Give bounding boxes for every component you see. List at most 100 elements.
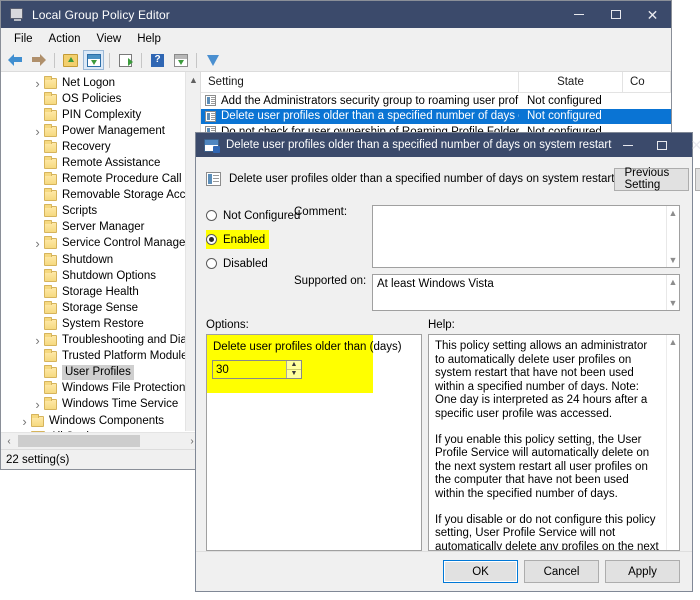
- apply-button[interactable]: Apply: [605, 560, 680, 583]
- menu-view[interactable]: View: [89, 31, 130, 47]
- tree-item-os-policies[interactable]: OS Policies: [1, 91, 200, 107]
- scroll-down-icon[interactable]: ▼: [669, 255, 678, 265]
- twisty[interactable]: [31, 334, 44, 347]
- help-paragraph: If you enable this policy setting, the U…: [435, 433, 650, 500]
- tree-item-label: Troubleshooting and Diagnostics: [62, 334, 200, 347]
- monitor-icon: [9, 7, 25, 23]
- days-spinner-buttons: ▲ ▼: [286, 361, 301, 378]
- tree-item-storage-sense[interactable]: Storage Sense: [1, 300, 200, 316]
- scroll-down-icon[interactable]: ▼: [669, 298, 678, 308]
- tree-item-label: Scripts: [62, 205, 98, 218]
- help-text: This policy setting allows an administra…: [429, 335, 666, 550]
- scroll-up-icon[interactable]: ▲: [669, 208, 678, 218]
- previous-setting-button[interactable]: Previous Setting: [614, 167, 690, 191]
- tree-item-windows-file-protection[interactable]: Windows File Protection: [1, 381, 200, 397]
- properties-icon: [173, 53, 188, 67]
- tree-item-net-logon[interactable]: Net Logon: [1, 75, 200, 91]
- folder-icon: [44, 107, 57, 121]
- scroll-up-icon[interactable]: ▲: [669, 277, 678, 287]
- help-button[interactable]: ?: [147, 50, 168, 70]
- help-scrollbar[interactable]: ▲: [666, 335, 679, 550]
- tree-item-windows-time-service[interactable]: Windows Time Service: [1, 397, 200, 413]
- up-one-level-button[interactable]: [60, 50, 81, 70]
- tree-item-troubleshooting-and-diagnostics[interactable]: Troubleshooting and Diagnostics: [1, 333, 200, 349]
- next-setting-button[interactable]: Next Setting: [695, 167, 700, 191]
- main-window-titlebar[interactable]: Local Group Policy Editor ✕: [1, 1, 671, 28]
- tree-item-shutdown-options[interactable]: Shutdown Options: [1, 268, 200, 284]
- radio-disabled[interactable]: Disabled: [206, 254, 272, 273]
- spinner-up-icon[interactable]: ▲: [287, 361, 301, 370]
- tree-item-windows-components[interactable]: Windows Components: [1, 413, 200, 429]
- tree-item-remote-procedure-call[interactable]: Remote Procedure Call: [1, 172, 200, 188]
- supported-on-scrollbar[interactable]: ▲ ▼: [666, 275, 679, 310]
- tree-item-scripts[interactable]: Scripts: [1, 204, 200, 220]
- comment-textarea[interactable]: ▲ ▼: [372, 205, 680, 268]
- ok-button[interactable]: OK: [443, 560, 518, 583]
- tree-item-removable-storage-access[interactable]: Removable Storage Access: [1, 188, 200, 204]
- days-input[interactable]: 30: [213, 361, 286, 378]
- minimize-button[interactable]: [560, 1, 597, 28]
- folder-icon: [44, 123, 57, 137]
- toolbar-separator: [54, 52, 55, 68]
- tree-item-shutdown[interactable]: Shutdown: [1, 252, 200, 268]
- tree-item-system-restore[interactable]: System Restore: [1, 316, 200, 332]
- show-hide-console-tree-button[interactable]: [83, 50, 104, 70]
- twisty[interactable]: [31, 77, 44, 90]
- folder-icon: [44, 381, 57, 395]
- menu-help[interactable]: Help: [129, 31, 169, 47]
- tree-item-label: Power Management: [62, 124, 165, 137]
- scroll-up-icon[interactable]: ▲: [186, 72, 201, 88]
- dialog-maximize-button[interactable]: [645, 133, 679, 157]
- forward-button[interactable]: [28, 50, 49, 70]
- scroll-up-icon[interactable]: ▲: [669, 337, 678, 347]
- filter-button[interactable]: [202, 50, 223, 70]
- dialog-titlebar[interactable]: Delete user profiles older than a specif…: [196, 133, 700, 157]
- menu-file[interactable]: File: [6, 31, 41, 47]
- radio-not-configured[interactable]: Not Configured: [206, 206, 304, 225]
- comment-scrollbar[interactable]: ▲ ▼: [666, 206, 679, 267]
- state-cell: Not configured: [527, 94, 602, 107]
- tree-horizontal-scrollbar[interactable]: ‹ ›: [1, 432, 200, 449]
- twisty[interactable]: [31, 125, 44, 138]
- main-window-title: Local Group Policy Editor: [32, 7, 170, 22]
- twisty[interactable]: [31, 398, 44, 411]
- twisty[interactable]: [31, 237, 44, 250]
- table-row[interactable]: Delete user profiles older than a specif…: [201, 108, 671, 124]
- tree-item-pin-complexity[interactable]: PIN Complexity: [1, 107, 200, 123]
- help-panel: This policy setting allows an administra…: [428, 334, 680, 551]
- close-button[interactable]: ✕: [634, 1, 671, 28]
- column-header-comment[interactable]: Co: [623, 72, 671, 92]
- tree-item-user-profiles[interactable]: User Profiles: [1, 365, 200, 381]
- dialog-close-button[interactable]: ✕: [679, 133, 700, 157]
- tree-hscroll-thumb[interactable]: [18, 435, 140, 447]
- maximize-button[interactable]: [597, 1, 634, 28]
- properties-button[interactable]: [170, 50, 191, 70]
- radio-enabled[interactable]: Enabled: [206, 230, 270, 249]
- maximize-icon: [610, 10, 621, 19]
- spinner-down-icon[interactable]: ▼: [287, 370, 301, 379]
- tree-item-remote-assistance[interactable]: Remote Assistance: [1, 155, 200, 171]
- tree-item-recovery[interactable]: Recovery: [1, 139, 200, 155]
- tree-item-service-control-manager-settings[interactable]: Service Control Manager Settings: [1, 236, 200, 252]
- column-header-setting[interactable]: Setting: [201, 72, 519, 92]
- tree-item-server-manager[interactable]: Server Manager: [1, 220, 200, 236]
- tree-item-trusted-platform-module-services[interactable]: Trusted Platform Module Services: [1, 349, 200, 365]
- tree-item-power-management[interactable]: Power Management: [1, 123, 200, 139]
- column-header-state[interactable]: State: [519, 72, 623, 92]
- twisty[interactable]: [18, 415, 31, 428]
- days-spinner[interactable]: 30 ▲ ▼: [212, 360, 302, 379]
- tree-item-label: Remote Procedure Call: [62, 173, 182, 186]
- export-list-button[interactable]: [115, 50, 136, 70]
- scroll-left-icon[interactable]: ‹: [1, 433, 17, 449]
- toolbar-separator: [109, 52, 110, 68]
- table-row[interactable]: Add the Administrators security group to…: [201, 93, 671, 109]
- dialog-header-title: Delete user profiles older than a specif…: [229, 173, 615, 185]
- dialog-section-labels: Options: Help:: [196, 317, 692, 334]
- back-button[interactable]: [5, 50, 26, 70]
- menu-action[interactable]: Action: [41, 31, 89, 47]
- dialog-minimize-button[interactable]: [611, 133, 645, 157]
- tree-item-storage-health[interactable]: Storage Health: [1, 284, 200, 300]
- folder-icon: [44, 188, 57, 202]
- comment-value[interactable]: [373, 206, 666, 267]
- cancel-button[interactable]: Cancel: [524, 560, 599, 583]
